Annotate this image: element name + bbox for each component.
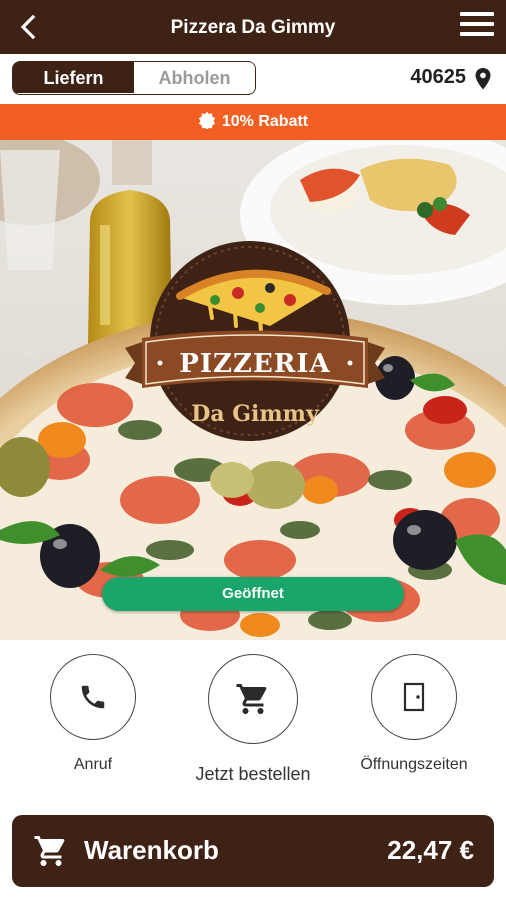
discount-banner[interactable]: 10% Rabatt	[0, 104, 506, 140]
logo-text-line1: PIZZERIA	[179, 349, 330, 379]
tab-liefern[interactable]: Liefern	[13, 62, 134, 93]
hamburger-menu-icon	[460, 12, 494, 16]
hero-image: PIZZERIA Da Gimmy Geöffnet	[0, 140, 506, 640]
opening-hours-label: Öffnungszeiten	[360, 756, 468, 773]
logo-text-line2: Da Gimmy	[191, 401, 320, 427]
discount-text: 10% Rabatt	[221, 113, 309, 130]
cart-total: 22,47 €	[387, 835, 474, 865]
phone-icon	[81, 685, 105, 709]
order-now-button[interactable]	[208, 654, 298, 744]
cart-bar[interactable]: Warenkorb 22,47 €	[12, 815, 494, 887]
order-mode-bar: Liefern Abholen 40625	[0, 54, 506, 104]
postal-code[interactable]: 40625	[410, 66, 466, 89]
delivery-mode-toggle: Liefern Abholen	[12, 61, 256, 95]
opening-hours-button[interactable]	[371, 654, 457, 740]
location-pin-icon[interactable]	[474, 67, 492, 91]
shopping-cart-icon	[236, 684, 267, 714]
cart-label: Warenkorb	[84, 835, 219, 865]
discount-badge-icon	[198, 111, 216, 129]
action-buttons: Anruf Jetzt bestellen Öffnungszeiten	[0, 640, 506, 810]
app-title: Pizzera Da Gimmy	[170, 17, 336, 38]
menu-button[interactable]	[460, 12, 496, 42]
restaurant-logo: PIZZERIA Da Gimmy	[125, 241, 385, 441]
door-icon	[403, 682, 425, 712]
top-app-bar: Pizzera Da Gimmy	[0, 0, 506, 54]
call-label: Anruf	[73, 756, 113, 773]
call-button[interactable]	[50, 654, 136, 740]
shopping-cart-icon	[34, 836, 65, 866]
open-status-button[interactable]: Geöffnet	[102, 577, 404, 611]
order-now-label: Jetzt bestellen	[195, 764, 311, 784]
tab-abholen[interactable]: Abholen	[134, 62, 255, 93]
